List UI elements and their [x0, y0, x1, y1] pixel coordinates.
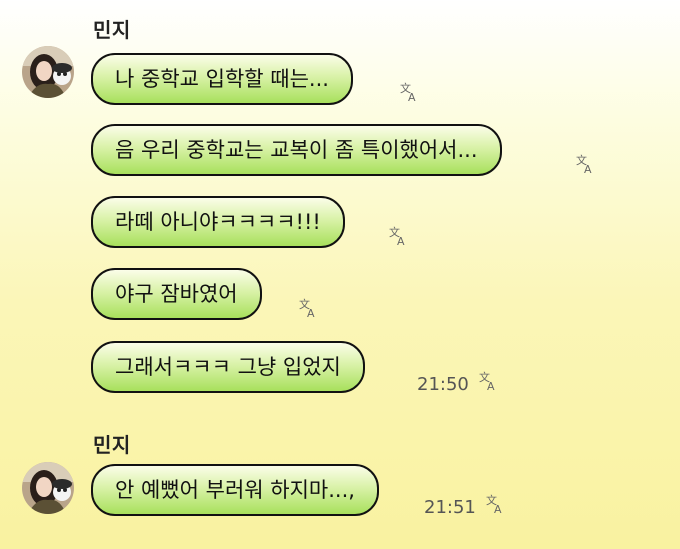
message-bubble[interactable]: 라떼 아니야ㅋㅋㅋㅋ!!! — [91, 196, 345, 248]
translate-icon[interactable]: 文 A — [388, 225, 410, 247]
message-time: 21:51 — [424, 497, 476, 518]
message-bubble[interactable]: 그래서ㅋㅋㅋ 그냥 입었지 — [91, 341, 365, 393]
svg-text:A: A — [487, 380, 495, 392]
translate-icon[interactable]: 文 A — [399, 81, 421, 103]
translate-icon[interactable]: 文 A — [575, 153, 597, 175]
message-bubble[interactable]: 안 예뻤어 부러워 하지마..., — [91, 464, 379, 516]
message-bubble[interactable]: 음 우리 중학교는 교복이 좀 특이했어서... — [91, 124, 502, 176]
avatar[interactable] — [22, 46, 74, 98]
translate-icon[interactable]: 文 A — [478, 370, 500, 392]
avatar[interactable] — [22, 462, 74, 514]
avatar-image — [22, 462, 74, 514]
sender-name: 민지 — [93, 18, 131, 42]
svg-text:A: A — [584, 163, 592, 175]
svg-text:A: A — [494, 503, 502, 515]
translate-icon[interactable]: 文 A — [485, 493, 507, 515]
svg-text:A: A — [307, 307, 315, 319]
avatar-image — [22, 46, 74, 98]
svg-text:A: A — [397, 235, 405, 247]
sender-name: 민지 — [93, 433, 131, 457]
message-bubble[interactable]: 야구 잠바였어 — [91, 268, 262, 320]
message-time: 21:50 — [417, 374, 469, 395]
message-bubble[interactable]: 나 중학교 입학할 때는... — [91, 53, 353, 105]
translate-icon[interactable]: 文 A — [298, 297, 320, 319]
svg-text:A: A — [408, 91, 416, 103]
